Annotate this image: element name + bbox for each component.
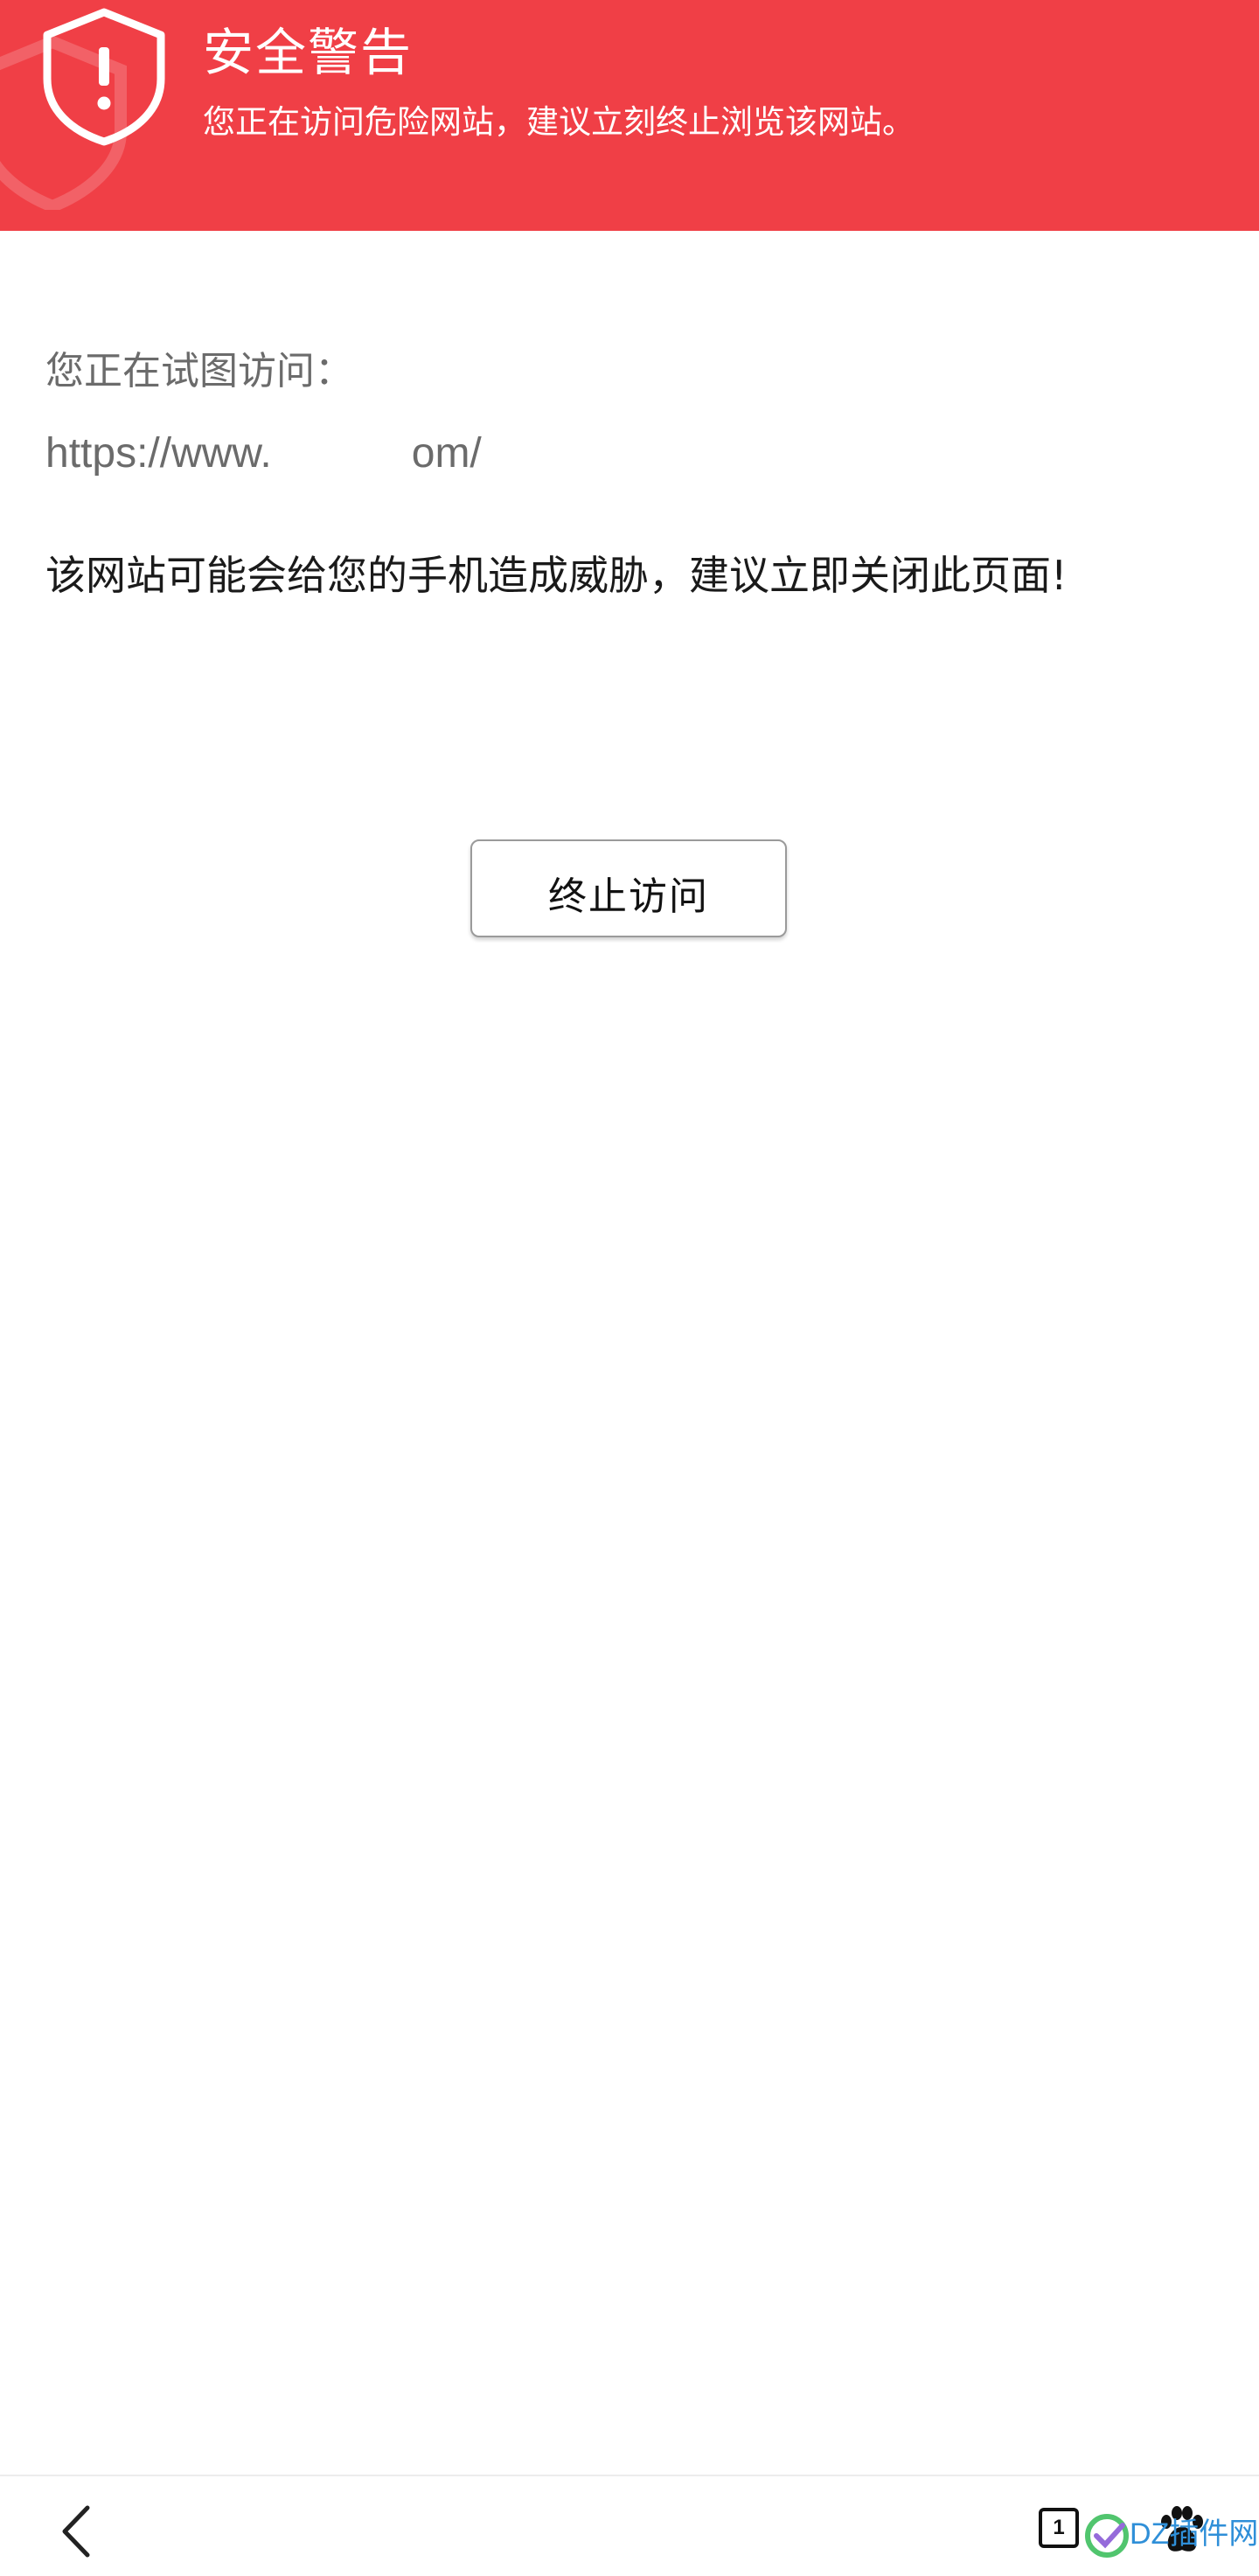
url-redaction	[271, 435, 412, 470]
visiting-label: 您正在试图访问：	[45, 349, 353, 393]
url-end: om/	[411, 430, 482, 477]
banner-subtitle: 您正在访问危险网站，建议立刻终止浏览该网站。	[203, 103, 915, 141]
security-warning-page: 安全警告 您正在访问危险网站，建议立刻终止浏览该网站。 您正在试图访问： htt…	[0, 0, 1259, 2576]
url-start: https://www.	[45, 430, 272, 477]
warning-banner: 安全警告 您正在访问危险网站，建议立刻终止浏览该网站。	[0, 0, 1259, 231]
watermark-text: DZ插件网	[1130, 2517, 1259, 2551]
blocked-url: https://www. om/	[45, 425, 482, 483]
tab-count: 1	[1053, 2516, 1065, 2539]
tabs-button[interactable]: 1	[1039, 2508, 1079, 2548]
threat-message: 该网站可能会给您的手机造成威胁，建议立即关闭此页面!	[45, 552, 1068, 599]
stop-visiting-button[interactable]: 终止访问	[470, 839, 787, 937]
chevron-left-icon[interactable]	[52, 2503, 101, 2560]
stop-visiting-label: 终止访问	[548, 874, 709, 919]
bottom-toolbar: 1	[0, 2475, 1259, 2576]
shield-exclamation-icon	[43, 8, 165, 146]
banner-title: 安全警告	[203, 23, 414, 82]
